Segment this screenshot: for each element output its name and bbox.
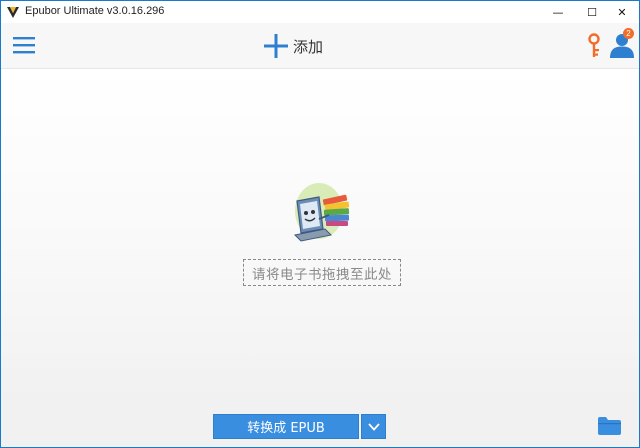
convert-format-dropdown[interactable]	[361, 414, 386, 439]
add-button[interactable]: 添加	[263, 32, 323, 60]
add-button-label: 添加	[293, 37, 324, 56]
chevron-down-icon	[367, 422, 380, 431]
drop-area[interactable]: 请将电子书拖拽至此处	[1, 69, 639, 399]
window-title: Epubor Ultimate v3.0.16.296	[25, 5, 165, 17]
convert-button-label: 转换成 EPUB	[247, 421, 325, 436]
close-button[interactable]: ✕	[605, 1, 639, 23]
title-bar: Epubor Ultimate v3.0.16.296 — ☐ ✕	[1, 1, 639, 23]
app-logo-icon	[7, 7, 19, 18]
maximize-button[interactable]: ☐	[575, 1, 609, 23]
app-window: Epubor Ultimate v3.0.16.296 — ☐ ✕ 添加 2 请…	[0, 0, 640, 448]
convert-button[interactable]: 转换成 EPUB	[213, 414, 359, 439]
minimize-button[interactable]: —	[541, 1, 575, 23]
minimize-icon: —	[552, 5, 564, 19]
laptop-with-books-icon	[293, 183, 350, 242]
hamburger-menu-icon[interactable]	[13, 36, 35, 54]
plus-icon	[264, 34, 288, 58]
bottom-bar: 转换成 EPUB	[1, 399, 639, 447]
close-icon: ✕	[617, 5, 627, 19]
maximize-icon: ☐	[587, 5, 597, 19]
folder-icon[interactable]	[598, 417, 621, 435]
toolbar: 添加 2	[1, 23, 639, 69]
drop-zone-text: 请将电子书拖拽至此处	[252, 266, 392, 283]
notification-badge: 2	[623, 28, 634, 39]
drop-zone[interactable]: 请将电子书拖拽至此处	[243, 259, 401, 286]
key-icon[interactable]	[586, 33, 602, 59]
